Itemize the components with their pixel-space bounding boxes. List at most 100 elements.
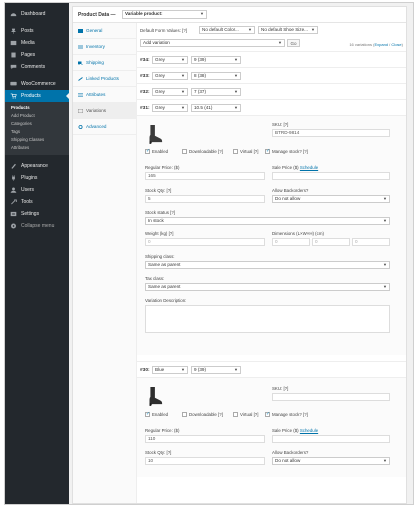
variation-size-select[interactable]: 7 (37) ▼ xyxy=(191,88,241,96)
collapse-icon xyxy=(11,223,16,229)
checkbox-checked xyxy=(265,148,270,154)
width-input[interactable]: 0 xyxy=(312,238,350,246)
variation-row-expanded[interactable]: #31: Grey ▼ 10.5 (41) ▼ xyxy=(137,99,406,115)
manage-stock-checkbox[interactable]: Manage stock? [?] xyxy=(265,148,308,154)
height-input[interactable]: 0 xyxy=(352,238,390,246)
menu-label: Media xyxy=(21,40,35,46)
variation-color-select[interactable]: Grey ▼ xyxy=(152,104,188,112)
length-input[interactable]: 0 xyxy=(272,238,310,246)
chevron-down-icon: ▼ xyxy=(311,27,315,32)
virtual-checkbox[interactable]: Virtual [?] xyxy=(233,149,258,154)
variation-row[interactable]: #32: Grey ▼ 7 (37) ▼ xyxy=(137,83,406,99)
sku-input[interactable] xyxy=(272,393,390,401)
menu-item-users[interactable]: Users xyxy=(5,184,69,196)
stock-qty-input[interactable]: 5 xyxy=(145,195,265,203)
variation-color-select[interactable]: Grey ▼ xyxy=(152,56,188,64)
manage-stock-checkbox[interactable]: Manage stock? [?] xyxy=(265,411,308,417)
submenu-item-add-product[interactable]: Add Product xyxy=(5,112,69,120)
menu-item-media[interactable]: Media xyxy=(5,37,69,49)
variation-size-select[interactable]: 8 (38) ▼ xyxy=(191,72,241,80)
submenu-item-attributes[interactable]: Attributes xyxy=(5,144,69,152)
submenu-item-shipping-classes[interactable]: Shipping Classes xyxy=(5,136,69,144)
variation-number: #30: xyxy=(140,368,150,373)
variation-size-select[interactable]: 10.5 (41) ▼ xyxy=(191,104,241,112)
stock-qty-input[interactable]: 10 xyxy=(145,457,265,465)
add-variation-select[interactable]: Add variation ▼ xyxy=(140,39,285,47)
variation-row[interactable]: #34: Grey ▼ 9 (39) ▼ xyxy=(137,51,406,67)
expand-link[interactable]: Expand xyxy=(374,42,388,47)
menu-item-dashboard[interactable]: Dashboard xyxy=(5,8,69,20)
default-color-select[interactable]: No default Color... ▼ xyxy=(199,26,255,34)
boot-image[interactable] xyxy=(145,386,163,406)
chevron-down-icon: ▼ xyxy=(181,57,185,62)
tab-linked-products[interactable]: Linked Products xyxy=(73,71,136,87)
app-frame: Dashboard Posts Media Pages Comments Woo… xyxy=(4,2,414,505)
weight-input[interactable]: 0 xyxy=(145,238,265,246)
sale-price-input[interactable] xyxy=(272,435,390,443)
variation-details: SKU: [?] BTRD-9814 Enabled Downloadable … xyxy=(137,115,406,355)
submenu-item-products[interactable]: Products xyxy=(5,104,69,112)
variation-color-value: Blue xyxy=(155,367,165,372)
submenu-item-categories[interactable]: Categories xyxy=(5,120,69,128)
variation-size-value: 9 (39) xyxy=(194,57,207,62)
variation-size-select[interactable]: 9 (39) ▼ xyxy=(191,366,241,374)
sale-price-label: Sale Price ($) Schedule xyxy=(272,428,318,433)
stock-qty-label: Stock Qty: [?] xyxy=(145,450,172,455)
backorders-select[interactable]: Do not allow ▼ xyxy=(272,195,390,203)
default-size-select[interactable]: No default Shoe Size... ▼ xyxy=(258,26,318,34)
regular-price-input[interactable]: 165 xyxy=(145,172,265,180)
sku-input[interactable]: BTRD-9814 xyxy=(272,129,390,137)
sale-price-input[interactable] xyxy=(272,172,390,180)
menu-item-settings[interactable]: Settings xyxy=(5,208,69,220)
stock-status-select[interactable]: In stock ▼ xyxy=(145,217,390,225)
menu-item-woocommerce[interactable]: WooCommerce xyxy=(5,78,69,90)
menu-item-products[interactable]: Products xyxy=(5,90,69,102)
virtual-checkbox[interactable]: Virtual [?] xyxy=(233,412,258,417)
tab-attributes[interactable]: Attributes xyxy=(73,87,136,103)
variation-details: SKU: [?] Enabled Downloadable [?] Virtua… xyxy=(137,377,406,477)
tax-class-select[interactable]: Same as parent ▼ xyxy=(145,283,390,291)
menu-item-tools[interactable]: Tools xyxy=(5,196,69,208)
collapse-menu-button[interactable]: Collapse menu xyxy=(5,220,69,232)
checkbox-unchecked xyxy=(182,149,187,154)
variations-count: 16 variations (Expand / Close) xyxy=(349,42,403,47)
tab-shipping[interactable]: Shipping xyxy=(73,55,136,71)
chevron-down-icon: ▼ xyxy=(181,89,185,94)
variation-color-select[interactable]: Blue ▼ xyxy=(152,366,188,374)
tab-inventory[interactable]: Inventory xyxy=(73,39,136,55)
product-data-tabs: General Inventory Shipping Linked Produc… xyxy=(73,23,137,503)
menu-item-plugins[interactable]: Plugins xyxy=(5,172,69,184)
close-link[interactable]: Close xyxy=(391,42,401,47)
enabled-checkbox[interactable]: Enabled xyxy=(145,411,168,417)
menu-item-comments[interactable]: Comments xyxy=(5,61,69,73)
go-button[interactable]: Go xyxy=(287,39,300,47)
menu-item-pages[interactable]: Pages xyxy=(5,49,69,61)
backorders-select[interactable]: Do not allow ▼ xyxy=(272,457,390,465)
schedule-link[interactable]: Schedule xyxy=(300,428,318,433)
variation-row-expanded[interactable]: #30: Blue ▼ 9 (39) ▼ xyxy=(137,361,406,377)
menu-item-appearance[interactable]: Appearance xyxy=(5,160,69,172)
regular-price-input[interactable]: 110 xyxy=(145,435,265,443)
tab-general[interactable]: General xyxy=(73,23,136,39)
boot-image[interactable] xyxy=(145,124,163,144)
shipping-class-select[interactable]: Same as parent ▼ xyxy=(145,261,390,269)
tab-advanced[interactable]: Advanced xyxy=(73,119,136,135)
downloadable-checkbox[interactable]: Downloadable [?] xyxy=(182,149,223,154)
shipping-class-label: Shipping class: xyxy=(145,254,175,259)
variation-color-select[interactable]: Grey ▼ xyxy=(152,88,188,96)
variation-number: #33: xyxy=(140,74,150,79)
dashboard-icon xyxy=(10,13,17,17)
default-form-values-row: Default Form Values: [?] No default Colo… xyxy=(137,23,406,37)
product-type-select[interactable]: Variable product: ▼ xyxy=(122,10,207,19)
variation-color-select[interactable]: Grey ▼ xyxy=(152,72,188,80)
submenu-item-tags[interactable]: Tags xyxy=(5,128,69,136)
schedule-link[interactable]: Schedule xyxy=(300,165,318,170)
variation-row[interactable]: #33: Grey ▼ 8 (38) ▼ xyxy=(137,67,406,83)
variation-description-textarea[interactable] xyxy=(145,305,390,333)
menu-item-posts[interactable]: Posts xyxy=(5,25,69,37)
downloadable-checkbox[interactable]: Downloadable [?] xyxy=(182,412,223,417)
menu-label: Comments xyxy=(21,64,46,70)
tab-variations[interactable]: Variations xyxy=(73,103,136,119)
enabled-checkbox[interactable]: Enabled xyxy=(145,148,168,154)
variation-size-select[interactable]: 9 (39) ▼ xyxy=(191,56,241,64)
